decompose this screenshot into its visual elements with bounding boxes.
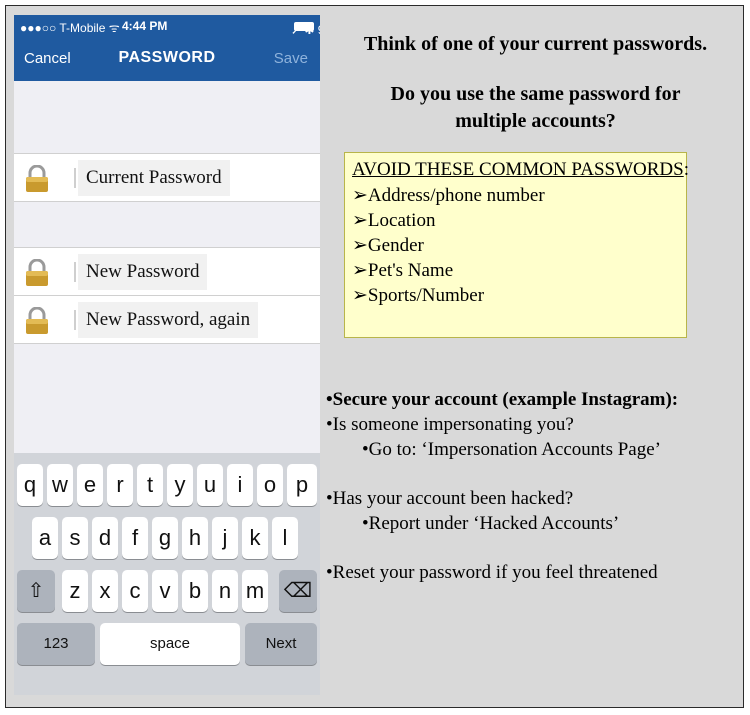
key-a[interactable]: a xyxy=(32,517,58,559)
current-password-row[interactable]: Current Password xyxy=(14,153,320,202)
status-right: ➚ ✱ 91% xyxy=(291,19,320,37)
lock-icon xyxy=(26,165,48,192)
avoid-box-title-text: AVOID THESE COMMON PASSWORDS xyxy=(352,159,684,180)
delete-key[interactable]: ⌫ xyxy=(279,570,317,612)
key-g[interactable]: g xyxy=(152,517,178,559)
hacked-report: •Report under ‘Hacked Accounts’ xyxy=(362,513,620,534)
reset-password-tip: •Reset your password if you feel threate… xyxy=(326,562,658,583)
key-o[interactable]: o xyxy=(257,464,283,506)
new-password-again-row[interactable]: New Password, again xyxy=(14,295,320,344)
secure-account-heading: •Secure your account (example Instagram)… xyxy=(326,389,679,410)
key-q[interactable]: q xyxy=(17,464,43,506)
key-t[interactable]: t xyxy=(137,464,163,506)
status-bar: ●●●○○ T-Mobile ᯤ 4:44 PM ➚ ✱ 91% xyxy=(14,15,320,37)
battery-icon xyxy=(294,22,314,31)
key-b[interactable]: b xyxy=(182,570,208,612)
avoid-box-title-colon: : xyxy=(683,159,689,180)
new-password-field[interactable]: New Password xyxy=(78,254,208,290)
slide: ●●●○○ T-Mobile ᯤ 4:44 PM ➚ ✱ 91% Cancel … xyxy=(5,5,744,708)
key-c[interactable]: c xyxy=(122,570,148,612)
form-spacer xyxy=(14,344,320,453)
phone-screen: ●●●○○ T-Mobile ᯤ 4:44 PM ➚ ✱ 91% Cancel … xyxy=(14,15,320,695)
key-j[interactable]: j xyxy=(212,517,238,559)
numbers-key[interactable]: 123 xyxy=(17,623,95,665)
new-password-again-field[interactable]: New Password, again xyxy=(78,302,259,338)
avoid-box-title: AVOID THESE COMMON PASSWORDS: xyxy=(352,159,689,181)
current-password-field[interactable]: Current Password xyxy=(78,160,230,196)
new-password-row[interactable]: New Password xyxy=(14,247,320,296)
list-item: ➢Pet's Name xyxy=(352,260,454,281)
key-n[interactable]: n xyxy=(212,570,238,612)
clock: 4:44 PM xyxy=(122,19,168,33)
heading-think: Think of one of your current passwords. xyxy=(363,33,708,55)
form-spacer xyxy=(14,81,320,153)
key-k[interactable]: k xyxy=(242,517,268,559)
key-v[interactable]: v xyxy=(152,570,178,612)
list-item: ➢Address/phone number xyxy=(352,185,545,206)
hacked-question: •Has your account been hacked? xyxy=(326,488,574,509)
carrier-label: ●●●○○ T-Mobile ᯤ xyxy=(20,21,120,35)
key-u[interactable]: u xyxy=(197,464,223,506)
text-cursor xyxy=(74,168,76,188)
lock-icon xyxy=(26,307,48,334)
space-key[interactable]: space xyxy=(100,623,240,665)
key-w[interactable]: w xyxy=(47,464,73,506)
key-r[interactable]: r xyxy=(107,464,133,506)
key-i[interactable]: i xyxy=(227,464,253,506)
heading-same-password-1: Do you use the same password for xyxy=(390,83,681,105)
heading-same-password-2: multiple accounts? xyxy=(455,110,616,132)
key-s[interactable]: s xyxy=(62,517,88,559)
text-cursor xyxy=(74,310,76,330)
key-m[interactable]: m xyxy=(242,570,268,612)
next-key[interactable]: Next xyxy=(245,623,317,665)
list-item: ➢Sports/Number xyxy=(352,285,485,306)
key-f[interactable]: f xyxy=(122,517,148,559)
save-button[interactable]: Save xyxy=(274,50,308,67)
form-spacer xyxy=(14,202,320,247)
key-y[interactable]: y xyxy=(167,464,193,506)
key-l[interactable]: l xyxy=(272,517,298,559)
list-item: ➢Location xyxy=(352,210,436,231)
key-e[interactable]: e xyxy=(77,464,103,506)
text-cursor xyxy=(74,262,76,282)
key-p[interactable]: p xyxy=(287,464,317,506)
key-d[interactable]: d xyxy=(92,517,118,559)
lock-icon xyxy=(26,259,48,286)
key-z[interactable]: z xyxy=(62,570,88,612)
nav-bar: Cancel PASSWORD Save xyxy=(14,37,320,81)
avoid-passwords-box: AVOID THESE COMMON PASSWORDS: ➢Address/p… xyxy=(344,152,689,338)
key-h[interactable]: h xyxy=(182,517,208,559)
impersonation-goto: •Go to: ‘Impersonation Accounts Page’ xyxy=(362,439,661,460)
keyboard: q w e r t y u i o p a s d f g h j k l ⇧ … xyxy=(14,453,320,695)
shift-key[interactable]: ⇧ xyxy=(17,570,55,612)
list-item: ➢Gender xyxy=(352,235,424,256)
impersonating-question: •Is someone impersonating you? xyxy=(326,414,574,435)
key-x[interactable]: x xyxy=(92,570,118,612)
